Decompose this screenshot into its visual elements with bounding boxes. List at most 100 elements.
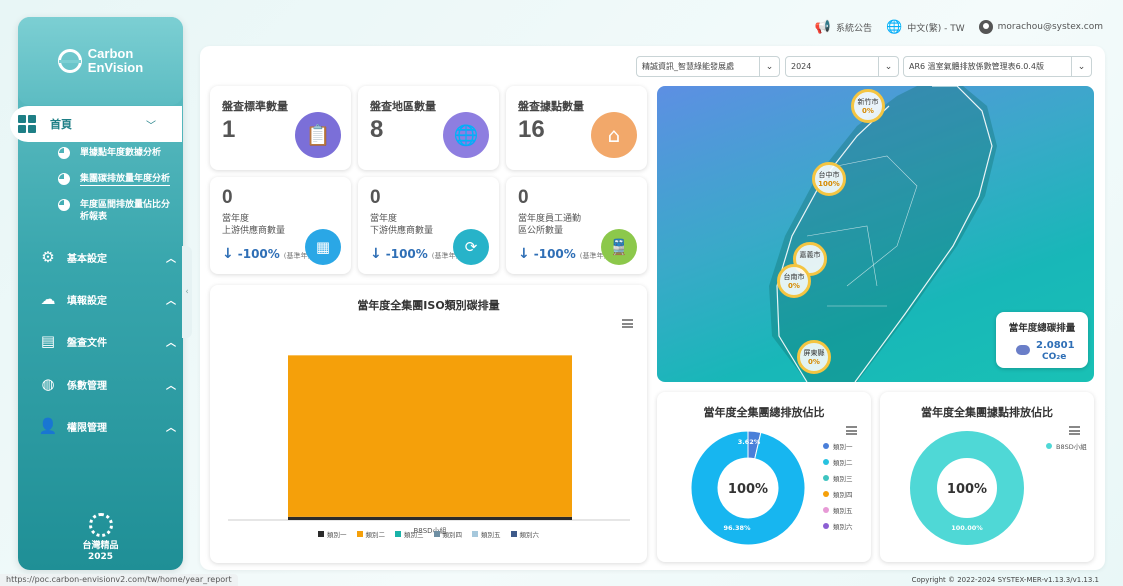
stat-title: 盤查據點數量: [518, 100, 584, 113]
logo[interactable]: Carbon EnVision: [18, 17, 183, 105]
city-name: 台南市: [783, 273, 805, 281]
legend-item[interactable]: B8SD小組: [1046, 441, 1087, 451]
sidebar-subitem-site-analysis[interactable]: 單據點年度數據分析: [58, 147, 161, 159]
sidebar-subitem-group-annual[interactable]: 集團碳排放量年度分析: [58, 173, 171, 186]
taiwan-excellence-icon: [88, 513, 113, 537]
dashboard-grid-icon: [18, 115, 36, 133]
user-add-icon: 👤: [38, 417, 58, 435]
documents-icon: ▤: [40, 332, 56, 350]
stat-change: ↓ -100% (基準年): [370, 246, 458, 262]
status-url: https://poc.carbon-envisionv2.com/tw/hom…: [0, 574, 238, 586]
sidebar-subitem-label: 集團碳排放量年度分析: [80, 174, 171, 186]
legend-item[interactable]: 類別一: [823, 441, 853, 451]
chevron-up-icon: ︿: [166, 337, 176, 349]
train-icon: 🚆: [601, 229, 637, 265]
user-menu[interactable]: morachou@systex.com: [978, 20, 1103, 34]
sidebar-item-documents[interactable]: ▤ 盤查文件 ︿: [38, 330, 188, 352]
pie-chart-icon: [58, 173, 70, 185]
sidebar-subitem-range-report[interactable]: 年度區間排放量佔比分 析報表: [58, 199, 170, 223]
language-label: 中文(繁) - TW: [907, 23, 965, 34]
gear-icon: ⚙: [41, 248, 55, 266]
language-selector[interactable]: 🌐 中文(繁) - TW: [886, 20, 965, 35]
map-city-marker[interactable]: 台中市 100%: [812, 162, 846, 196]
sidebar-item-permissions[interactable]: 👤 權限管理 ︿: [38, 415, 188, 437]
legend-item[interactable]: 類別四: [823, 489, 853, 499]
legend-label: 類別六: [519, 531, 540, 539]
legend-item[interactable]: 類別五: [823, 505, 853, 515]
stat-title: 盤查標準數量: [222, 100, 288, 113]
co2-cloud-icon: [1016, 345, 1030, 355]
legend-item[interactable]: 類別二: [823, 457, 853, 467]
legend-swatch: [823, 475, 829, 481]
factor-table-select-value: AR6 溫室氣體排放係數管理表6.0.4版: [909, 62, 1045, 71]
sidebar-item-coefficients[interactable]: ◍ 係數管理 ︿: [38, 373, 188, 395]
legend-item[interactable]: 類別一: [318, 529, 347, 539]
iso-bar-chart: B8SD小組: [228, 355, 630, 535]
stat-value: 0: [222, 187, 233, 208]
chevron-down-icon: ⌄: [1071, 57, 1091, 76]
legend-item[interactable]: 類別六: [823, 521, 853, 531]
user-email: morachou@systex.com: [997, 22, 1103, 32]
bar-segment-類別二[interactable]: [288, 355, 572, 517]
taiwan-map[interactable]: 新竹市 0% 台中市 100% 嘉義市 台南市 0% 屏東縣 0% 當年度總碳排…: [657, 86, 1094, 382]
sidebar-item-basic-settings[interactable]: ⚙ 基本設定 ︿: [38, 246, 188, 268]
globe-icon: ◍: [41, 375, 55, 393]
taiwan-excellence-badge: 台灣精品 2025: [18, 513, 183, 563]
stat-value: 0: [370, 187, 381, 208]
total-emission-box: 當年度總碳排量 2.0801 CO₂e: [996, 312, 1088, 368]
legend-item[interactable]: 類別二: [356, 529, 385, 539]
city-pct: 0%: [788, 282, 800, 290]
legend-label: 類別四: [442, 531, 463, 539]
map-city-marker[interactable]: 台南市 0%: [777, 264, 811, 298]
pie-chart-icon: [58, 199, 70, 211]
map-city-marker[interactable]: 屏東縣 0%: [797, 340, 831, 374]
sidebar-item-report-settings[interactable]: ☁ 填報設定 ︿: [38, 288, 188, 310]
chevron-up-icon: ︿: [166, 380, 176, 392]
organization-select[interactable]: 精誠資訊_智慧綠能發展處 ⌄: [636, 56, 780, 77]
sidebar-item-label: 填報設定: [67, 295, 107, 307]
stat-value: 0: [518, 187, 529, 208]
stat-change: ↓ -100% (基準年): [518, 246, 606, 262]
sidebar-item-label: 係數管理: [67, 380, 107, 392]
sidebar-item-label: 權限管理: [67, 422, 107, 434]
announcement-label: 系統公告: [836, 23, 873, 34]
stat-value: 8: [370, 116, 384, 143]
legend-item[interactable]: 類別四: [433, 529, 463, 539]
sidebar-item-home[interactable]: 首頁 ﹀: [10, 106, 182, 142]
sidebar-item-label: 基本設定: [67, 253, 107, 265]
carbon-envision-logo-icon: [57, 49, 82, 73]
arrow-down-icon: ↓: [518, 246, 530, 262]
sidebar-item-label: 盤查文件: [67, 337, 107, 349]
bar-segment-類別一[interactable]: [288, 516, 572, 520]
legend-item[interactable]: 類別三: [395, 529, 424, 539]
legend-item[interactable]: 類別三: [823, 473, 853, 483]
legend-swatch: [823, 507, 829, 513]
legend-swatch: [395, 531, 401, 537]
announcement-button[interactable]: 📢 系統公告: [815, 20, 872, 35]
sidebar: Carbon EnVision 單據點年度數據分析 集團碳排放量年度分析 年度區…: [18, 17, 183, 570]
sidebar-subitem-label-line2: 析報表: [80, 212, 108, 222]
legend-swatch: [510, 531, 517, 537]
legend-label: 類別四: [833, 491, 853, 499]
legend-label: 類別一: [833, 443, 853, 451]
stat-change-value: -100%: [237, 247, 280, 261]
chevron-left-icon: ‹: [185, 287, 189, 297]
stat-value: 16: [518, 116, 545, 143]
standards-icon: 📋: [295, 112, 341, 158]
legend-item[interactable]: 類別五: [472, 529, 501, 539]
stat-card-upstream-suppliers: 0 當年度 上游供應商數量 ↓ -100% (基準年) ▦: [210, 177, 351, 274]
year-select[interactable]: 2024 ⌄: [785, 56, 899, 77]
legend-item[interactable]: 類別六: [510, 529, 540, 539]
megaphone-icon: 📢: [814, 19, 832, 35]
chart-legend: 類別一 類別二 類別三 類別四 類別五 類別六: [210, 529, 647, 539]
map-city-marker[interactable]: 新竹市 0%: [851, 89, 885, 123]
stat-label-line2: 下游供應商數量: [370, 226, 434, 236]
stat-change: ↓ -100% (基準年): [222, 246, 310, 262]
legend-swatch: [433, 531, 440, 537]
factor-table-select[interactable]: AR6 溫室氣體排放係數管理表6.0.4版 ⌄: [903, 56, 1092, 77]
organization-select-value: 精誠資訊_智慧綠能發展處: [642, 62, 734, 71]
iso-category-chart-card: 當年度全集團ISO類別碳排量 B8SD小組 類別一 類別二 類別三 類別四 類別五 類別六: [210, 285, 647, 563]
sidebar-collapse-toggle[interactable]: ‹: [182, 246, 192, 338]
stat-card-commute: 0 當年度員工通勤 區公所數量 ↓ -100% (基準年) 🚆: [506, 177, 647, 274]
copyright: Copyright © 2022-2024 SYSTEX-MER-v1.13.3…: [911, 576, 1099, 584]
